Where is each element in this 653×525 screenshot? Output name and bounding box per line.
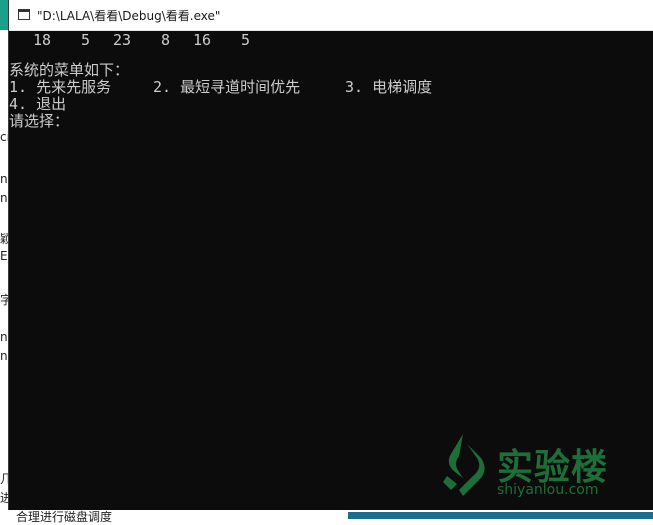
- console-app-icon[interactable]: [18, 9, 30, 20]
- background-bottom-bar: [348, 512, 653, 519]
- menu-option-1: 1. 先来先服务: [9, 78, 112, 96]
- background-bottom-text: 合理进行磁盘调度: [16, 510, 113, 524]
- menu-header: 系统的菜单如下：: [9, 61, 130, 79]
- shiyanlou-watermark: 实验楼 shiyanlou.com: [437, 432, 627, 502]
- background-text-fragment: n: [0, 172, 8, 186]
- shiyanlou-logo-icon: [443, 434, 485, 496]
- window-title: "D:\LALA\看看\Debug\看看.exe": [37, 9, 221, 23]
- background-text-fragment: n: [0, 191, 8, 205]
- background-text-fragment: n: [0, 330, 8, 344]
- console-window[interactable]: "D:\LALA\看看\Debug\看看.exe" 18 5 23 8 16 5…: [8, 0, 653, 510]
- menu-option-2: 2. 最短寻道时间优先: [153, 78, 301, 96]
- output-number: 5: [81, 31, 91, 49]
- window-titlebar[interactable]: "D:\LALA\看看\Debug\看看.exe": [9, 0, 653, 31]
- output-number: 16: [193, 31, 212, 49]
- output-number: 8: [161, 31, 171, 49]
- output-number: 23: [113, 31, 132, 49]
- menu-option-4: 4. 退出: [9, 95, 67, 113]
- watermark-subtitle: shiyanlou.com: [497, 482, 599, 498]
- output-number: 18: [33, 31, 52, 49]
- menu-option-3: 3. 电梯调度: [345, 78, 433, 96]
- output-number: 5: [241, 31, 251, 49]
- input-prompt: 请选择：: [9, 112, 70, 130]
- background-text-fragment: n: [0, 349, 8, 363]
